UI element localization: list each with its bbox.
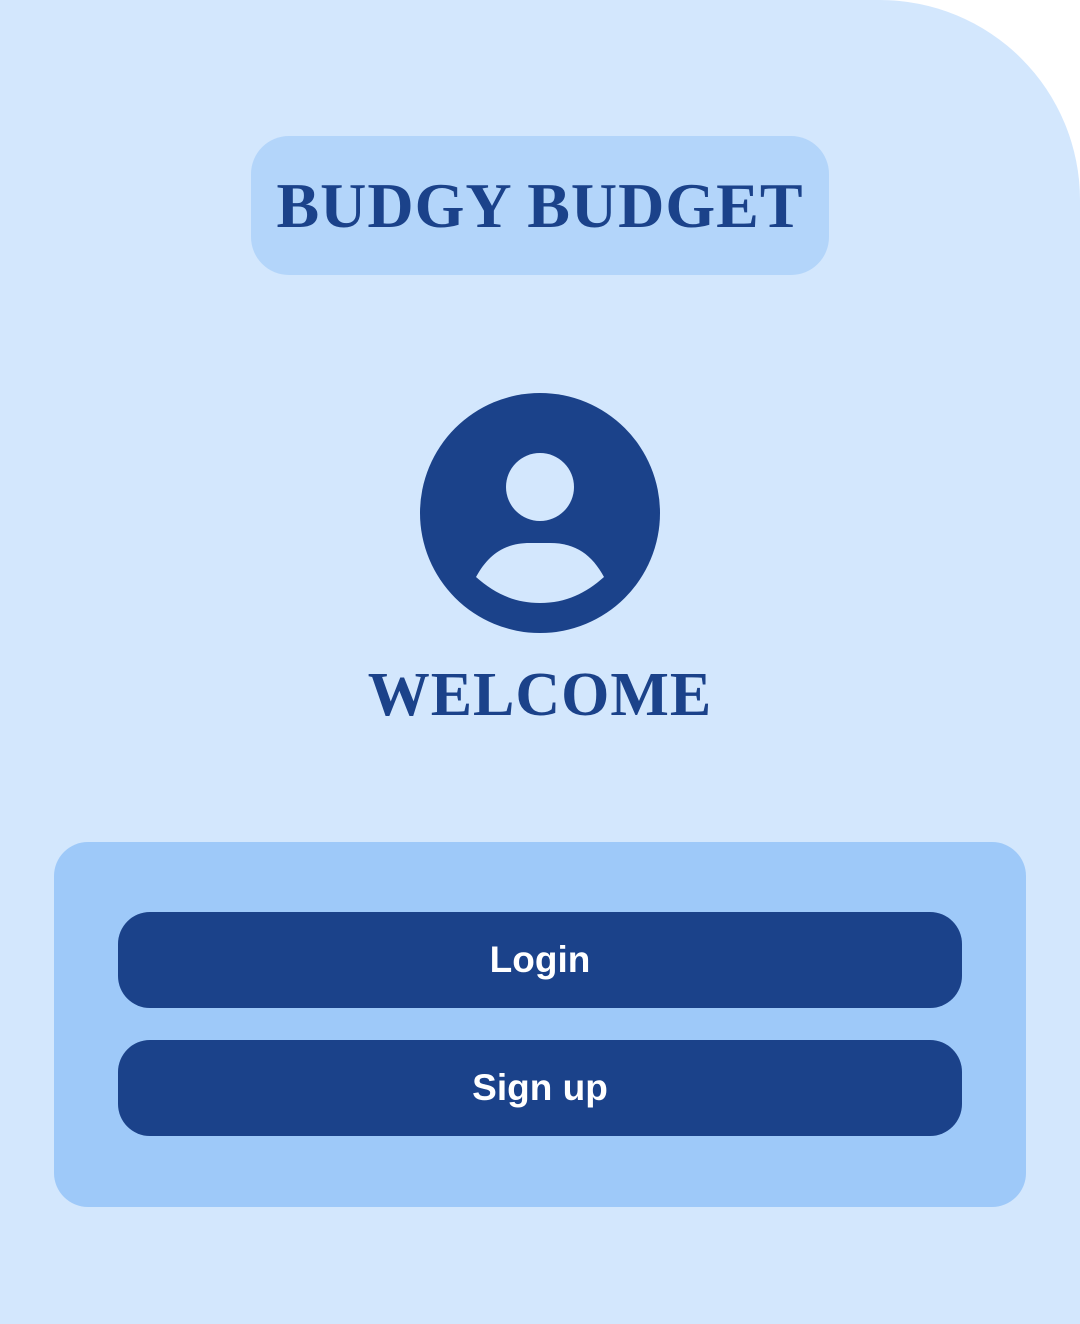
login-button[interactable]: Login <box>118 912 962 1008</box>
auth-card: Login Sign up <box>54 842 1026 1207</box>
welcome-screen: BUDGY BUDGET WELCOME Login Sign up <box>0 0 1080 1324</box>
user-circle-icon <box>420 393 660 633</box>
welcome-heading: WELCOME <box>367 661 713 729</box>
app-title-banner: BUDGY BUDGET <box>251 136 829 275</box>
app-title: BUDGY BUDGET <box>276 169 804 241</box>
signup-button[interactable]: Sign up <box>118 1040 962 1136</box>
